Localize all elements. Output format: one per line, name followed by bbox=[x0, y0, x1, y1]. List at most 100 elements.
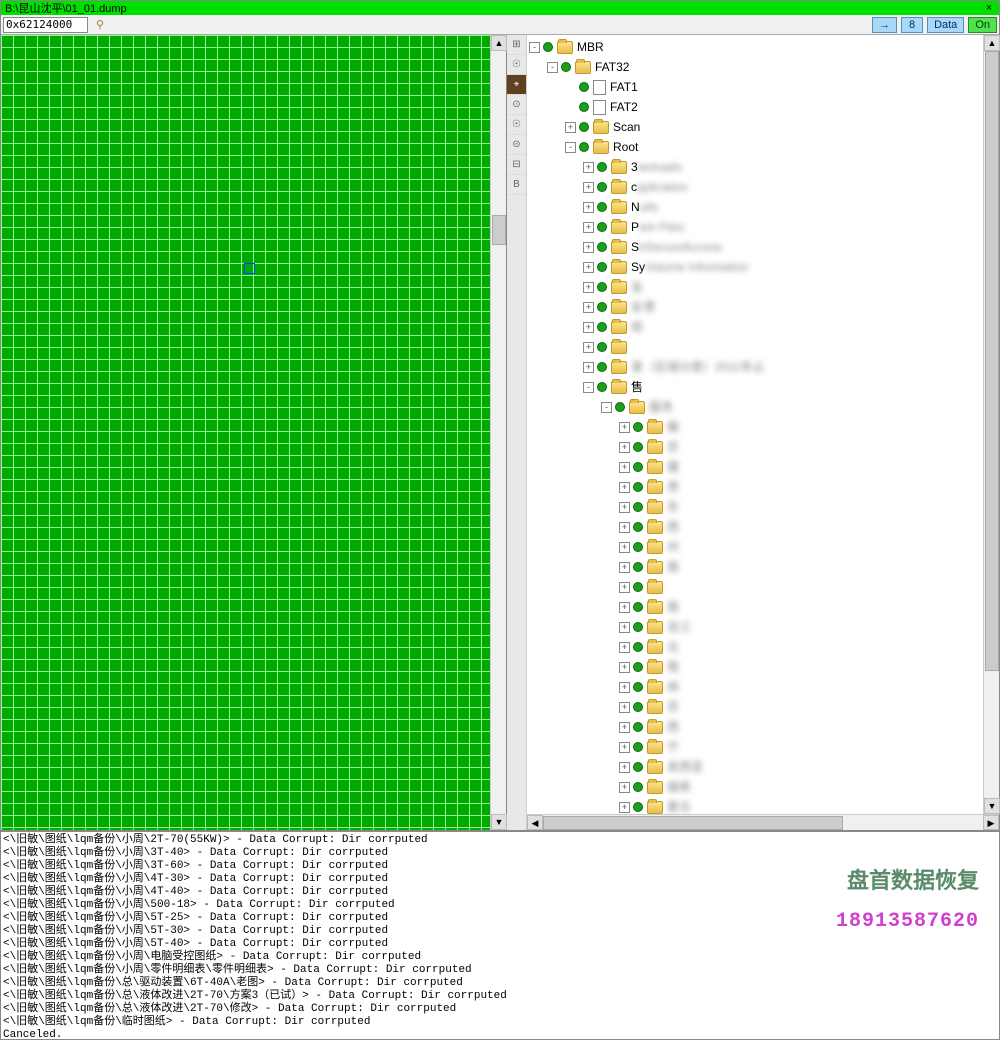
goto-button[interactable]: → bbox=[872, 17, 897, 33]
address-input[interactable] bbox=[3, 17, 88, 33]
expand-icon[interactable]: + bbox=[619, 482, 630, 493]
scroll-up-icon[interactable]: ▲ bbox=[491, 35, 507, 51]
on-button[interactable]: On bbox=[968, 17, 997, 33]
expand-icon[interactable]: + bbox=[619, 542, 630, 553]
titlebar[interactable]: B:\昆山沈平\01_01.dump × bbox=[1, 1, 999, 15]
tree-node[interactable]: +西 bbox=[529, 717, 981, 737]
tree-node[interactable]: -售 bbox=[529, 377, 981, 397]
tree-node[interactable]: +Pam Files bbox=[529, 217, 981, 237]
side-tool-5[interactable]: ⊝ bbox=[507, 135, 526, 155]
scroll-thumb[interactable] bbox=[543, 816, 843, 830]
data-button[interactable]: Data bbox=[927, 17, 964, 33]
tree-node[interactable]: +SyVolume Information bbox=[529, 257, 981, 277]
expand-icon[interactable]: + bbox=[619, 722, 630, 733]
tree-node[interactable]: +细表 bbox=[529, 777, 981, 797]
tree-node[interactable]: FAT2 bbox=[529, 97, 981, 117]
expand-icon[interactable]: + bbox=[619, 642, 630, 653]
tree-node[interactable]: +蒙古 bbox=[529, 797, 981, 814]
tree-node[interactable]: +反馈 bbox=[529, 297, 981, 317]
expand-icon[interactable]: + bbox=[583, 302, 594, 313]
expand-icon[interactable]: + bbox=[619, 442, 630, 453]
tree-node[interactable]: +京 bbox=[529, 437, 981, 457]
tree-node[interactable]: +纸 bbox=[529, 317, 981, 337]
expand-icon[interactable]: + bbox=[619, 762, 630, 773]
tree-node[interactable]: -服务 bbox=[529, 397, 981, 417]
expand-icon[interactable]: + bbox=[583, 322, 594, 333]
tree-node[interactable]: +友 bbox=[529, 277, 981, 297]
scroll-down-icon[interactable]: ▼ bbox=[984, 798, 1000, 814]
expand-icon[interactable]: + bbox=[619, 502, 630, 513]
tree-scrollbar-h[interactable]: ◀ ▶ bbox=[527, 814, 999, 830]
side-tool-0[interactable]: ⊞ bbox=[507, 35, 526, 55]
selected-sector[interactable] bbox=[244, 263, 255, 274]
tree-node[interactable]: +肃 bbox=[529, 477, 981, 497]
side-tool-4[interactable]: ☉ bbox=[507, 115, 526, 135]
file-tree[interactable]: -MBR-FAT32 FAT1 FAT2+Scan-Root+3wnloads+… bbox=[527, 35, 983, 814]
scroll-up-icon[interactable]: ▲ bbox=[984, 35, 1000, 51]
expand-icon[interactable]: + bbox=[583, 182, 594, 193]
collapse-icon[interactable]: - bbox=[547, 62, 558, 73]
tree-node[interactable]: +南 bbox=[529, 597, 981, 617]
tree-node[interactable]: +苏 bbox=[529, 697, 981, 717]
blocksize-button[interactable]: 8 bbox=[901, 17, 923, 33]
tree-node[interactable]: +东 bbox=[529, 497, 981, 517]
expand-icon[interactable]: + bbox=[565, 122, 576, 133]
side-tool-2[interactable]: ⌖ bbox=[507, 75, 526, 95]
tree-node[interactable]: -MBR bbox=[529, 37, 981, 57]
scroll-right-icon[interactable]: ▶ bbox=[983, 815, 999, 830]
expand-icon[interactable]: + bbox=[583, 282, 594, 293]
tree-node[interactable]: +cpplication bbox=[529, 177, 981, 197]
expand-icon[interactable]: + bbox=[619, 742, 630, 753]
log-panel[interactable]: <\旧敏\图纸\lqm备份\小周\2T-70(55KW)> - Data Cor… bbox=[1, 831, 999, 1039]
expand-icon[interactable]: + bbox=[583, 202, 594, 213]
expand-icon[interactable]: + bbox=[583, 342, 594, 353]
expand-icon[interactable]: + bbox=[619, 702, 630, 713]
expand-icon[interactable]: + bbox=[583, 162, 594, 173]
tree-node[interactable]: +林 bbox=[529, 677, 981, 697]
expand-icon[interactable]: + bbox=[619, 782, 630, 793]
expand-icon[interactable]: + bbox=[619, 602, 630, 613]
expand-icon[interactable]: + bbox=[619, 582, 630, 593]
collapse-icon[interactable]: - bbox=[565, 142, 576, 153]
map-scrollbar-v[interactable]: ▲ ▼ bbox=[490, 35, 506, 830]
expand-icon[interactable]: + bbox=[583, 222, 594, 233]
tree-node[interactable]: +建 bbox=[529, 457, 981, 477]
tree-node[interactable]: +3wnloads bbox=[529, 157, 981, 177]
tree-node[interactable]: +北 bbox=[529, 637, 981, 657]
scroll-left-icon[interactable]: ◀ bbox=[527, 815, 543, 830]
expand-icon[interactable]: + bbox=[619, 682, 630, 693]
expand-icon[interactable]: + bbox=[619, 802, 630, 813]
tree-node[interactable]: +徽 bbox=[529, 417, 981, 437]
side-tool-6[interactable]: ⊟ bbox=[507, 155, 526, 175]
expand-icon[interactable]: + bbox=[619, 662, 630, 673]
tree-node[interactable]: +来西亚 bbox=[529, 757, 981, 777]
tree-node[interactable]: +Scan bbox=[529, 117, 981, 137]
link-icon[interactable]: ⚲ bbox=[92, 17, 108, 33]
tree-node[interactable]: +SkSecureAccess bbox=[529, 237, 981, 257]
side-tool-3[interactable]: ⊙ bbox=[507, 95, 526, 115]
side-tool-1[interactable]: ☉ bbox=[507, 55, 526, 75]
scroll-down-icon[interactable]: ▼ bbox=[491, 814, 507, 830]
tree-node[interactable]: +龙江 bbox=[529, 617, 981, 637]
tree-node[interactable]: +Nults bbox=[529, 197, 981, 217]
expand-icon[interactable]: + bbox=[583, 362, 594, 373]
tree-node[interactable]: +西 bbox=[529, 517, 981, 537]
expand-icon[interactable]: + bbox=[619, 622, 630, 633]
expand-icon[interactable]: + bbox=[619, 562, 630, 573]
tree-node[interactable]: FAT1 bbox=[529, 77, 981, 97]
tree-node[interactable]: + bbox=[529, 577, 981, 597]
tree-node[interactable]: +宁 bbox=[529, 737, 981, 757]
tree-node[interactable]: +录（区域分类）2011年止 bbox=[529, 357, 981, 377]
collapse-icon[interactable]: - bbox=[601, 402, 612, 413]
collapse-icon[interactable]: - bbox=[583, 382, 594, 393]
collapse-icon[interactable]: - bbox=[529, 42, 540, 53]
tree-node[interactable]: +南 bbox=[529, 557, 981, 577]
tree-node[interactable]: + bbox=[529, 337, 981, 357]
sector-map[interactable] bbox=[1, 35, 490, 830]
tree-node[interactable]: -Root bbox=[529, 137, 981, 157]
expand-icon[interactable]: + bbox=[619, 422, 630, 433]
side-tool-7[interactable]: B bbox=[507, 175, 526, 195]
expand-icon[interactable]: + bbox=[583, 262, 594, 273]
expand-icon[interactable]: + bbox=[583, 242, 594, 253]
scroll-thumb[interactable] bbox=[492, 215, 506, 245]
